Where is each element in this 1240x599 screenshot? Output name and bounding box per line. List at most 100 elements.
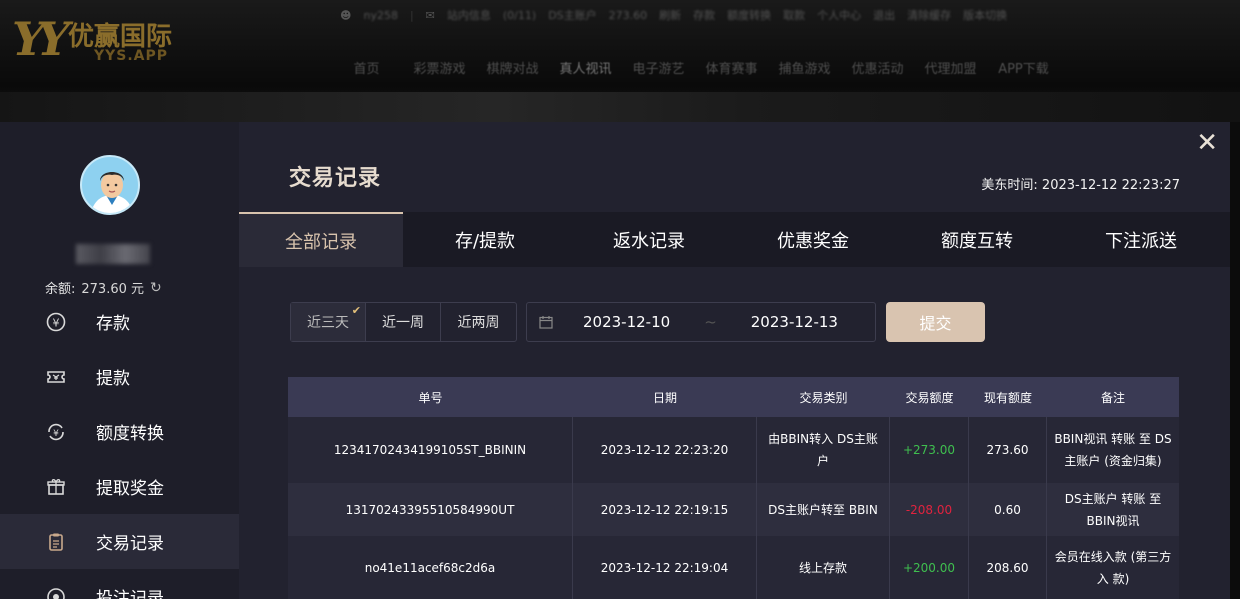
nav-item[interactable]: 电子游艺	[622, 58, 695, 77]
col-date: 日期	[652, 390, 677, 405]
topbar-message-count: (0/11)	[502, 8, 537, 22]
user-icon: ☻	[340, 8, 352, 22]
cell-note: BBIN视讯 转账 至 DS主账户 (资金归集)	[1054, 432, 1172, 468]
sidebar-item-label: 提取奖金	[96, 479, 164, 499]
svg-text:¥: ¥	[53, 429, 59, 439]
logo-sub: YYS.APP	[94, 48, 169, 64]
cell-note: DS主账户 转账 至 BBIN视讯	[1064, 491, 1162, 528]
nav-item[interactable]: 捕鱼游戏	[768, 58, 841, 77]
site-logo[interactable]: YY 优赢国际 YYS.APP	[8, 8, 198, 68]
table-row: no41e11acef68c2d6a 2023-12-12 22:19:04 线…	[288, 536, 1179, 599]
cell-amount: +273.00	[890, 417, 969, 483]
cell-order-no: 13170243395510584990UT	[288, 483, 573, 536]
cell-amount: -208.00	[890, 483, 969, 536]
date-end[interactable]: 2023-12-13	[751, 313, 838, 331]
tab-deposit-withdraw[interactable]: 存/提款	[403, 212, 567, 267]
nav-item[interactable]: 首页	[330, 58, 403, 77]
date-separator: ~	[704, 313, 717, 331]
topbar-refresh[interactable]: 刷新	[659, 7, 681, 23]
topbar-withdraw[interactable]: 取款	[783, 7, 805, 23]
sidebar-item-transactions[interactable]: 交易记录	[0, 514, 239, 569]
username-masked	[76, 244, 150, 264]
tab-promo-bonus[interactable]: 优惠奖金	[731, 212, 895, 267]
cell-balance: 273.60	[969, 417, 1047, 483]
transfer-yuan-icon: ¥	[46, 422, 66, 442]
range-label: 近两周	[457, 315, 500, 331]
nav-item[interactable]: 代理加盟	[914, 58, 987, 77]
cell-date: 2023-12-12 22:19:04	[573, 536, 757, 599]
sidebar-item-withdraw[interactable]: 提款	[0, 349, 239, 404]
range-label: 近三天	[307, 315, 349, 331]
cell-date: 2023-12-12 22:19:15	[573, 483, 757, 536]
gift-icon	[46, 477, 66, 497]
record-tabs: 全部记录 存/提款 返水记录 优惠奖金 额度互转 下注派送	[239, 212, 1230, 267]
east-time-value: 2023-12-12 22:23:27	[1041, 178, 1180, 193]
col-order-no: 单号	[418, 390, 443, 405]
topbar-profile[interactable]: 个人中心	[817, 7, 861, 23]
avatar-icon	[90, 172, 134, 213]
cell-type: 线上存款	[757, 536, 890, 599]
cell-order-no: 12341702434199105ST_BBININ	[288, 417, 573, 483]
nav-item[interactable]: 优惠活动	[841, 58, 914, 77]
topbar-logout[interactable]: 退出	[873, 7, 895, 23]
nav-item[interactable]: 体育赛事	[695, 58, 768, 77]
sidebar-item-label: 提款	[96, 369, 130, 389]
check-icon: ✔	[351, 304, 361, 317]
ticket-icon	[46, 367, 66, 387]
col-note: 备注	[1100, 390, 1125, 405]
transactions-table: 单号 日期 交易类别 交易额度 现有额度 备注 1234170243419910…	[288, 377, 1179, 599]
date-start[interactable]: 2023-12-10	[583, 313, 670, 331]
tab-all[interactable]: 全部记录	[239, 212, 403, 267]
tab-bet-payout[interactable]: 下注派送	[1059, 212, 1223, 267]
submit-button[interactable]: 提交	[886, 302, 985, 342]
cell-type: DS主账户转至 BBIN	[757, 483, 890, 536]
logo-mark-icon: YY	[12, 12, 70, 66]
table-header: 单号 日期 交易类别 交易额度 现有额度 备注	[288, 377, 1179, 417]
cell-balance: 208.60	[969, 536, 1047, 599]
topbar-switch-version[interactable]: 版本切换	[963, 7, 1007, 23]
nav-item[interactable]: 真人视讯	[549, 58, 622, 77]
tab-rebate[interactable]: 返水记录	[567, 212, 731, 267]
range-3-days-button[interactable]: 近三天 ✔	[291, 303, 366, 341]
topbar-clear-cache[interactable]: 清除缓存	[907, 7, 951, 23]
range-label: 近一周	[382, 315, 424, 331]
bet-icon	[46, 587, 66, 599]
sidebar-item-bonus[interactable]: 提取奖金	[0, 459, 239, 514]
quick-range-group: 近三天 ✔ 近一周 近两周	[290, 302, 517, 342]
sidebar-item-label: 交易记录	[96, 534, 164, 554]
svg-text:¥: ¥	[53, 316, 60, 329]
col-type: 交易类别	[799, 390, 848, 405]
topbar-username: ny258	[363, 8, 398, 22]
nav-item[interactable]: APP下载	[987, 58, 1060, 77]
table-row: 13170243395510584990UT 2023-12-12 22:19:…	[288, 483, 1179, 536]
topbar-deposit[interactable]: 存款	[693, 7, 715, 23]
top-bar: ☻ ny258 | ✉ 站内信息 (0/11) DS主账户 273.60 刷新 …	[340, 5, 1007, 25]
sidebar-item-bets[interactable]: 投注记录	[0, 569, 239, 599]
cell-balance: 0.60	[969, 483, 1047, 536]
sidebar-item-deposit[interactable]: ¥ 存款	[0, 294, 239, 349]
cell-date: 2023-12-12 22:23:20	[573, 417, 757, 483]
topbar-messages[interactable]: 站内信息	[447, 7, 491, 23]
col-amount: 交易额度	[905, 390, 954, 405]
tab-transfer[interactable]: 额度互转	[895, 212, 1059, 267]
sidebar-item-label: 投注记录	[96, 589, 164, 599]
sidebar-item-transfer[interactable]: ¥ 额度转换	[0, 404, 239, 459]
main-nav: 首页 彩票游戏 棋牌对战 真人视讯 电子游艺 体育赛事 捕鱼游戏 优惠活动 代理…	[330, 58, 1060, 77]
topbar-divider: |	[409, 8, 414, 22]
clipboard-icon	[46, 532, 66, 552]
table-row: 12341702434199105ST_BBININ 2023-12-12 22…	[288, 417, 1179, 483]
range-1-week-button[interactable]: 近一周	[366, 303, 441, 341]
topbar-transfer[interactable]: 额度转换	[727, 7, 771, 23]
account-modal: 余额: 273.60 元 ↻ ¥ 存款 提款 ¥ 额度转换 提取奖金 交易记录 …	[0, 122, 1230, 599]
topbar-balance: 273.60	[608, 8, 648, 22]
avatar	[80, 155, 140, 215]
site-header: YY 优赢国际 YYS.APP ☻ ny258 | ✉ 站内信息 (0/11) …	[0, 0, 1240, 122]
sidebar-item-label: 额度转换	[96, 424, 164, 444]
banner-strip	[0, 92, 1240, 122]
nav-item[interactable]: 棋牌对战	[476, 58, 549, 77]
range-2-weeks-button[interactable]: 近两周	[441, 303, 516, 341]
nav-item[interactable]: 彩票游戏	[403, 58, 476, 77]
cell-note: 会员在线入款 (第三方入 款)	[1054, 550, 1172, 586]
close-icon[interactable]: ✕	[1196, 130, 1218, 156]
date-range-picker[interactable]: 2023-12-10 ~ 2023-12-13	[526, 302, 876, 342]
